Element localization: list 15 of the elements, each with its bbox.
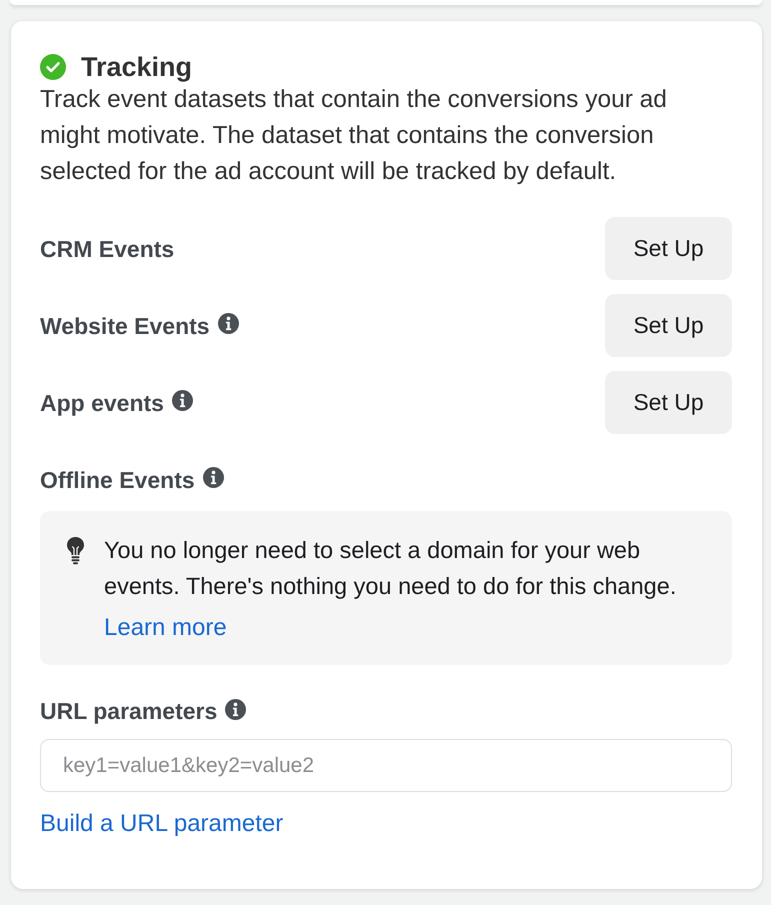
event-label: CRM Events — [40, 234, 174, 262]
build-url-parameter-link[interactable]: Build a URL parameter — [40, 806, 284, 842]
learn-more-link[interactable]: Learn more — [104, 610, 227, 646]
event-label: App events — [40, 388, 164, 416]
url-parameters-field[interactable]: key1=value1&key2=value2 — [40, 739, 732, 792]
notice-text: You no longer need to select a domain for your web events. There's nothing you need to do for this change. — [104, 536, 678, 601]
set-up-button[interactable]: Set Up — [605, 217, 732, 280]
section-description: Track event datasets that contain the conversions your ad might motivate. The dataset that contains the conversion selected for the ad account will be tracked by default. — [40, 85, 668, 187]
event-label: Website Events — [40, 312, 210, 340]
event-label: Offline Events — [40, 466, 195, 494]
url-parameters-label: URL parameters — [40, 697, 218, 725]
section-title: Tracking — [81, 52, 192, 82]
set-up-button[interactable]: Set Up — [605, 294, 732, 357]
set-up-button[interactable]: Set Up — [605, 371, 732, 434]
lightbulb-icon — [65, 536, 86, 565]
